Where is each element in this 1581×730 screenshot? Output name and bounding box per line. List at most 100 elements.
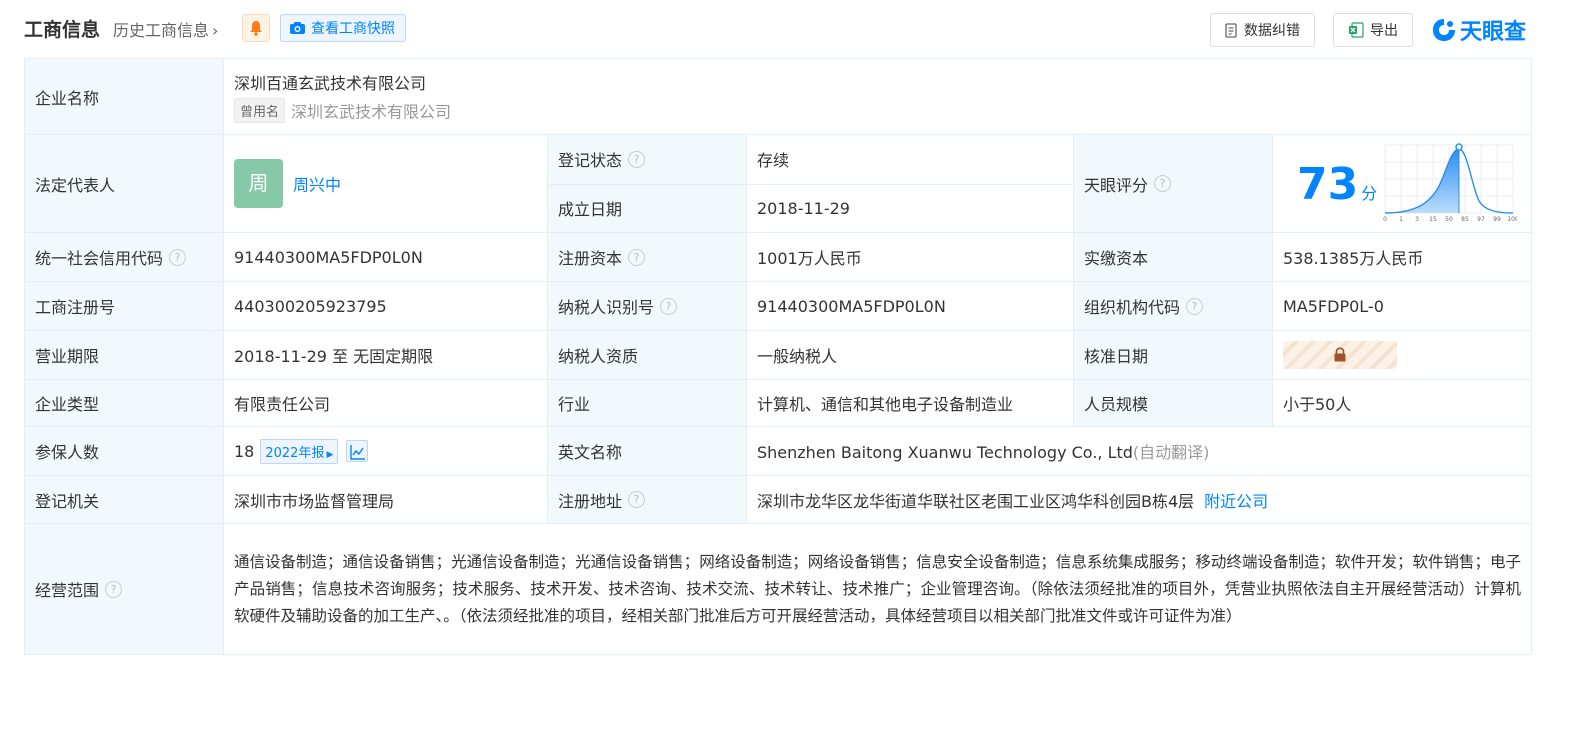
- nearby-companies-link[interactable]: 附近公司: [1204, 492, 1268, 511]
- established-label: 成立日期: [547, 183, 747, 233]
- score-widget: 73 分 0 1 3 15 50 85 97 99 100: [1273, 135, 1531, 232]
- help-icon[interactable]: ?: [169, 248, 187, 266]
- help-icon[interactable]: ?: [628, 491, 646, 508]
- section-header: 工商信息 历史工商信息 › 查看工商快照 数据纠错 导出 天眼查: [0, 0, 1581, 58]
- english-name-value: Shenzhen Baitong Xuanwu Technology Co., …: [757, 443, 1133, 462]
- scope-value: 通信设备制造；通信设备销售；光通信设备制造；光通信设备销售；网络设备制造；网络设…: [222, 523, 1533, 655]
- score-label-cell: 天眼评分?: [1073, 134, 1273, 233]
- caret-right-icon: ▶: [326, 449, 334, 460]
- authority-label: 登记机关: [24, 475, 224, 524]
- industry-label: 行业: [547, 379, 747, 427]
- table-row: 参保人数 18 2022年报 ▶ 英文名称 Shenzhen Baitong Xua…: [24, 426, 1533, 476]
- english-name-cell: Shenzhen Baitong Xuanwu Technology Co., …: [745, 426, 1533, 476]
- score-label: 天眼评分: [1084, 175, 1149, 195]
- table-row: 法定代表人 周周兴中 登记状态? 存续 天眼评分? 73 分 0 1 3 15 …: [24, 134, 1533, 233]
- used-name-tag: 曾用名: [234, 98, 286, 123]
- reg-status-label: 登记状态: [558, 151, 623, 171]
- established-value: 2018-11-29: [746, 183, 1074, 233]
- reg-status-value: 存续: [746, 134, 1074, 185]
- tick-label: 100: [1507, 216, 1517, 223]
- reg-capital-value: 1001万人民币: [746, 232, 1074, 282]
- snapshot-button[interactable]: 查看工商快照: [280, 14, 406, 42]
- tick-label: 3: [1415, 216, 1419, 223]
- insured-label: 参保人数: [24, 426, 224, 476]
- taxpayer-type-label: 纳税人资质: [547, 330, 747, 380]
- credit-code-label-cell: 统一社会信用代码?: [24, 232, 224, 282]
- approval-date-label: 核准日期: [1073, 330, 1273, 380]
- locked-value[interactable]: [1283, 341, 1397, 369]
- industry-value: 计算机、通信和其他电子设备制造业: [746, 379, 1074, 427]
- logo-eye-icon: [1433, 19, 1455, 41]
- table-row: 企业类型 有限责任公司 行业 计算机、通信和其他电子设备制造业 人员规模 小于5…: [24, 379, 1533, 427]
- score-unit: 分: [1361, 184, 1378, 203]
- score-value: 73: [1297, 159, 1359, 210]
- org-code-label: 组织机构代码: [1084, 298, 1181, 317]
- annual-report-button[interactable]: 2022年报 ▶: [260, 438, 339, 464]
- help-icon[interactable]: ?: [1154, 175, 1172, 192]
- table-row: 经营范围? 通信设备制造；通信设备销售；光通信设备制造；光通信设备销售；网络设备…: [24, 523, 1533, 655]
- tick-label: 50: [1445, 216, 1453, 223]
- tick-label: 1: [1399, 216, 1403, 223]
- table-row: 统一社会信用代码? 91440300MA5FDP0L0N 注册资本? 1001万…: [24, 232, 1533, 282]
- business-info-table: 企业名称 深圳百通玄武技术有限公司 曾用名 深圳玄武技术有限公司 法定代表人 周周…: [24, 58, 1533, 655]
- staff-size-value: 小于50人: [1271, 379, 1533, 427]
- credit-code-value: 91440300MA5FDP0L0N: [223, 232, 548, 282]
- tick-label: 85: [1461, 216, 1469, 223]
- reg-capital-label: 注册资本: [558, 249, 623, 268]
- tick-label: 97: [1477, 216, 1485, 223]
- help-icon[interactable]: ?: [628, 150, 646, 168]
- scope-label: 经营范围: [35, 581, 100, 600]
- scope-label-cell: 经营范围?: [24, 523, 224, 655]
- company-name-cell: 深圳百通玄武技术有限公司 曾用名 深圳玄武技术有限公司: [222, 58, 1533, 135]
- taxpayer-id-value: 91440300MA5FDP0L0N: [746, 281, 1074, 331]
- history-link[interactable]: 历史工商信息 ›: [113, 17, 218, 41]
- data-correct-button[interactable]: 数据纠错: [1210, 13, 1315, 47]
- document-icon: [1225, 22, 1237, 38]
- excel-icon: [1349, 22, 1364, 38]
- table-row: 企业名称 深圳百通玄武技术有限公司 曾用名 深圳玄武技术有限公司: [24, 58, 1533, 135]
- section-title: 工商信息: [24, 19, 101, 41]
- reg-number-label: 工商注册号: [24, 281, 224, 331]
- reg-status-label-cell: 登记状态?: [547, 134, 747, 185]
- tick-label: 15: [1429, 216, 1437, 223]
- help-icon[interactable]: ?: [105, 580, 123, 598]
- help-icon[interactable]: ?: [628, 248, 646, 266]
- tick-label: 99: [1493, 216, 1501, 223]
- table-row: 营业期限 2018-11-29 至 无固定期限 纳税人资质 一般纳税人 核准日期: [24, 330, 1533, 380]
- paid-capital-label: 实缴资本: [1073, 232, 1273, 282]
- chevron-right-icon: ›: [212, 21, 219, 40]
- taxpayer-id-label-cell: 纳税人识别号?: [547, 281, 747, 331]
- term-label: 营业期限: [24, 330, 224, 380]
- paid-capital-value: 538.1385万人民币: [1271, 232, 1533, 282]
- address-cell: 深圳市龙华区龙华街道华联社区老围工业区鸿华科创园B栋4层 附近公司: [745, 475, 1533, 524]
- company-type-label: 企业类型: [24, 379, 224, 427]
- legal-rep-label: 法定代表人: [24, 134, 224, 233]
- score-number-wrap: 73 分: [1297, 159, 1377, 210]
- auto-translate-note: (自动翻译): [1132, 443, 1210, 462]
- bell-icon[interactable]: [242, 14, 270, 42]
- approval-date-cell: [1271, 330, 1533, 380]
- reg-number-value: 440300205923795: [223, 281, 548, 331]
- insured-value: 18: [234, 441, 255, 461]
- trend-icon[interactable]: [346, 440, 369, 462]
- history-link-label: 历史工商信息: [113, 21, 210, 40]
- data-correct-label: 数据纠错: [1244, 23, 1300, 39]
- company-type-value: 有限责任公司: [223, 379, 548, 427]
- org-code-value: MA5FDP0L-0: [1271, 281, 1533, 331]
- help-icon[interactable]: ?: [1186, 297, 1204, 315]
- export-button[interactable]: 导出: [1333, 13, 1413, 47]
- used-name-row: 曾用名 深圳玄武技术有限公司: [234, 98, 1521, 123]
- logo-text: 天眼查: [1460, 20, 1527, 45]
- credit-code-label: 统一社会信用代码: [35, 249, 164, 268]
- help-icon[interactable]: ?: [660, 297, 678, 315]
- table-row: 工商注册号 440300205923795 纳税人识别号? 91440300MA…: [24, 281, 1533, 331]
- used-name: 深圳玄武技术有限公司: [291, 102, 452, 122]
- address-value: 深圳市龙华区龙华街道华联社区老围工业区鸿华科创园B栋4层: [757, 491, 1195, 511]
- tick-label: 0: [1383, 216, 1387, 223]
- table-row: 登记机关 深圳市市场监督管理局 注册地址? 深圳市龙华区龙华街道华联社区老围工业…: [24, 475, 1533, 524]
- snapshot-label: 查看工商快照: [311, 21, 395, 37]
- export-label: 导出: [1370, 23, 1398, 39]
- address-label-cell: 注册地址?: [547, 475, 747, 524]
- score-cell[interactable]: 73 分 0 1 3 15 50 85 97 99 100: [1271, 134, 1533, 233]
- legal-rep-name[interactable]: 周兴中: [293, 176, 341, 195]
